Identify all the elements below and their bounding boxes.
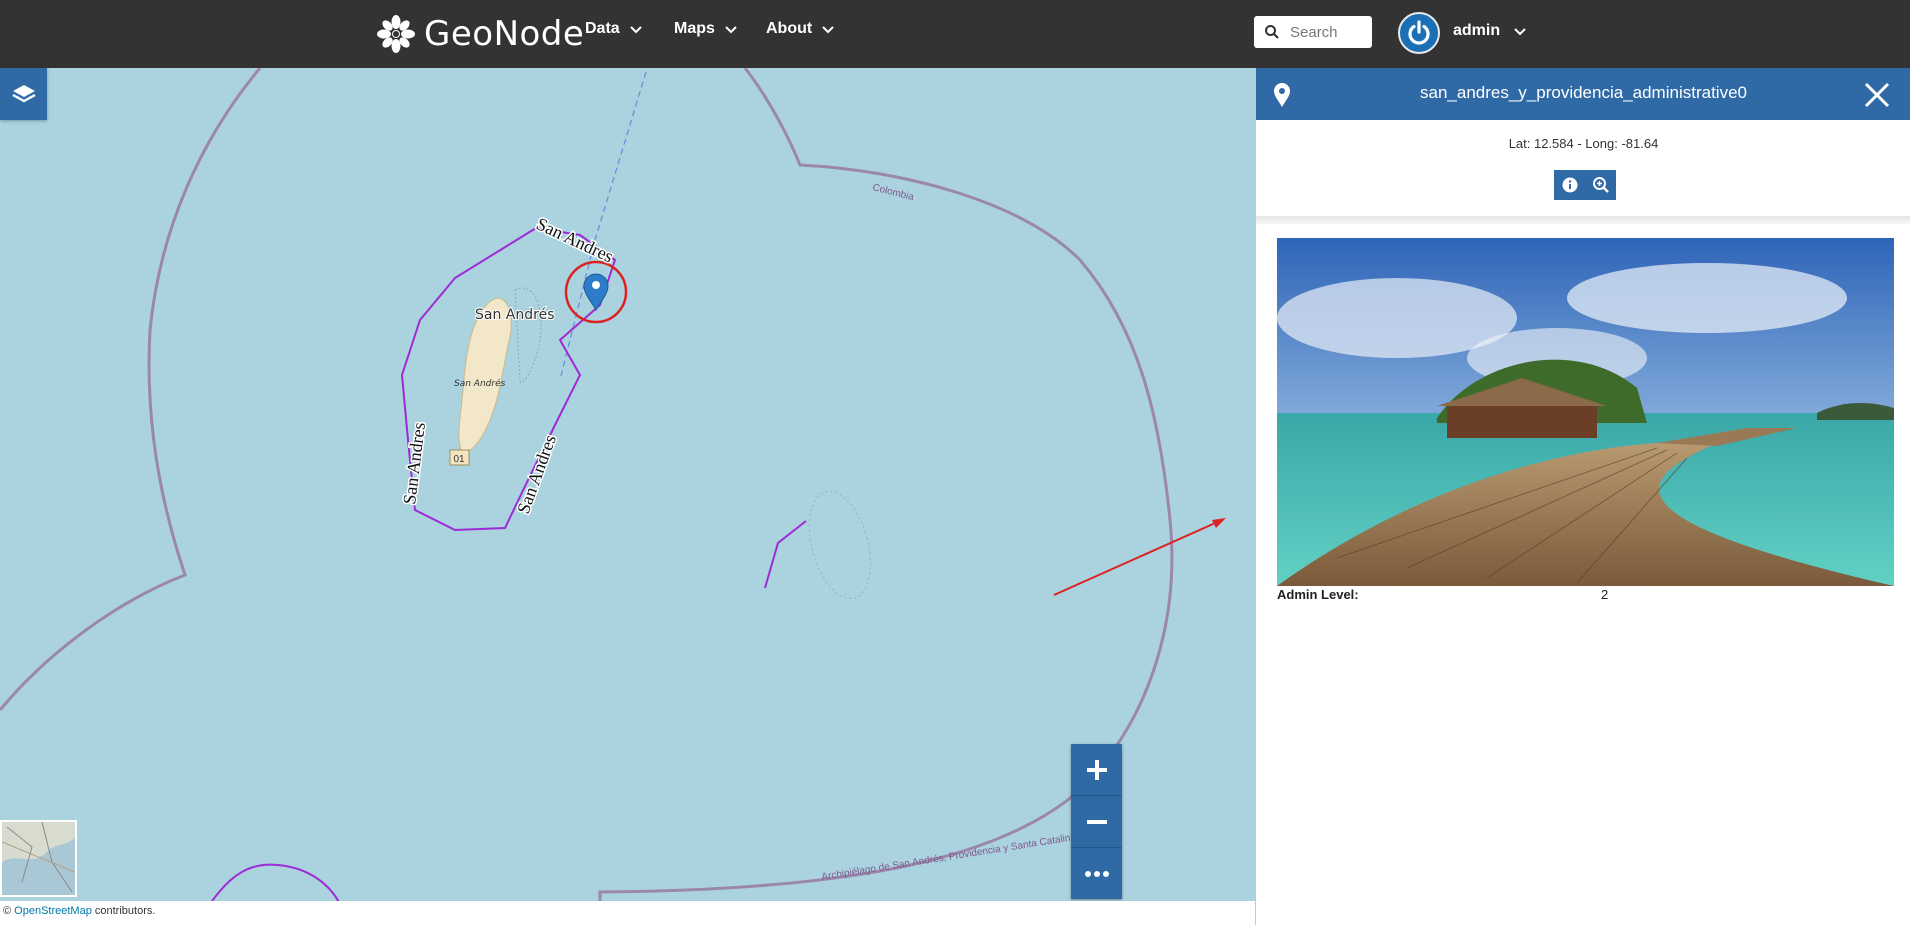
zoom-to-icon: [1592, 177, 1609, 193]
map-base-layer: 01 Colombia San Andres San Andres San An…: [0, 68, 1226, 904]
beach-pier-image: [1277, 238, 1894, 586]
basemap-thumbnail-image: [2, 822, 75, 895]
panel-toolbar: [1554, 170, 1616, 200]
power-icon: [1408, 20, 1430, 45]
nav-maps-label: Maps: [674, 20, 715, 37]
border-label-right: San Andres: [513, 432, 560, 516]
colombia-label: Colombia: [871, 182, 915, 203]
admin-boundary: [764, 520, 807, 589]
nav-maps[interactable]: Maps: [674, 20, 739, 38]
reef: [808, 490, 872, 600]
osm-link[interactable]: OpenStreetMap: [14, 905, 92, 917]
geonode-logo[interactable]: GeoNode: [376, 8, 584, 60]
chevron-down-icon: [629, 26, 642, 34]
feature-photo: [1277, 238, 1894, 586]
nav-data-label: Data: [585, 20, 620, 37]
border-label-top: San Andres: [533, 213, 616, 266]
close-icon[interactable]: [1864, 82, 1890, 108]
annotation-arrow: [1053, 519, 1223, 596]
admin-boundary: [400, 226, 617, 532]
brand-name: GeoNode: [424, 14, 585, 54]
layers-icon: [11, 85, 36, 103]
chevron-down-icon: [725, 26, 737, 34]
ellipsis-icon: [1084, 870, 1109, 877]
chevron-down-icon: [1514, 28, 1526, 36]
identify-panel: san_andres_y_providencia_administrative0…: [1255, 68, 1910, 925]
username-label: admin: [1453, 22, 1501, 39]
user-avatar-button[interactable]: [1398, 12, 1440, 54]
reef: [514, 287, 542, 383]
maritime-border: [0, 68, 262, 711]
info-button[interactable]: [1554, 170, 1585, 200]
map-marker-icon: [583, 273, 609, 311]
map-canvas[interactable]: 01 Colombia San Andres San Andres San An…: [0, 68, 1255, 904]
zoom-controls: [1071, 744, 1122, 899]
nav-data[interactable]: Data: [585, 20, 644, 38]
search-icon: [1265, 25, 1279, 39]
zoom-to-feature-button[interactable]: [1585, 170, 1616, 200]
attribute-value: 2: [1601, 587, 1609, 602]
island-name-label: San Andrés: [475, 307, 554, 323]
panel-header: san_andres_y_providencia_administrative0: [1256, 68, 1910, 120]
admin-boundary: [209, 863, 341, 904]
search-input[interactable]: [1288, 22, 1372, 42]
info-icon: [1562, 177, 1577, 193]
geonode-flower-icon: [377, 15, 415, 53]
plus-icon: [1086, 759, 1107, 780]
archipelago-label: Archipiélago de San Andrés, Providencia …: [821, 832, 1077, 883]
nav-about-label: About: [766, 20, 813, 37]
island-small-label: San Andrés: [454, 378, 506, 389]
top-navbar: GeoNode Data Maps About admin: [0, 0, 1910, 68]
road-shield-label: 01: [453, 454, 465, 465]
more-options-button[interactable]: [1071, 848, 1122, 899]
background-selector-thumbnail[interactable]: [0, 820, 77, 897]
panel-title: san_andres_y_providencia_administrative0: [1420, 83, 1747, 102]
attribute-key: Admin Level:: [1277, 587, 1359, 602]
search-box[interactable]: [1254, 16, 1372, 48]
dashed-boundary: [559, 71, 647, 381]
map-attribution: © OpenStreetMap contributors.: [0, 901, 1255, 925]
attribution-suffix: contributors.: [91, 905, 156, 917]
user-menu[interactable]: admin: [1453, 22, 1528, 40]
chevron-down-icon: [822, 26, 834, 34]
nav-about[interactable]: About: [766, 20, 836, 38]
arrow-head: [1212, 518, 1226, 528]
border-label-left: San Andres: [399, 421, 429, 505]
minus-icon: [1086, 819, 1107, 824]
zoom-in-button[interactable]: [1071, 744, 1122, 796]
attribution-prefix: ©: [3, 905, 15, 917]
coordinates-text: Lat: 12.584 - Long: -81.64: [1508, 136, 1659, 151]
layers-toggle-button[interactable]: [0, 68, 47, 120]
zoom-out-button[interactable]: [1071, 796, 1122, 848]
panel-divider: [1256, 216, 1910, 224]
